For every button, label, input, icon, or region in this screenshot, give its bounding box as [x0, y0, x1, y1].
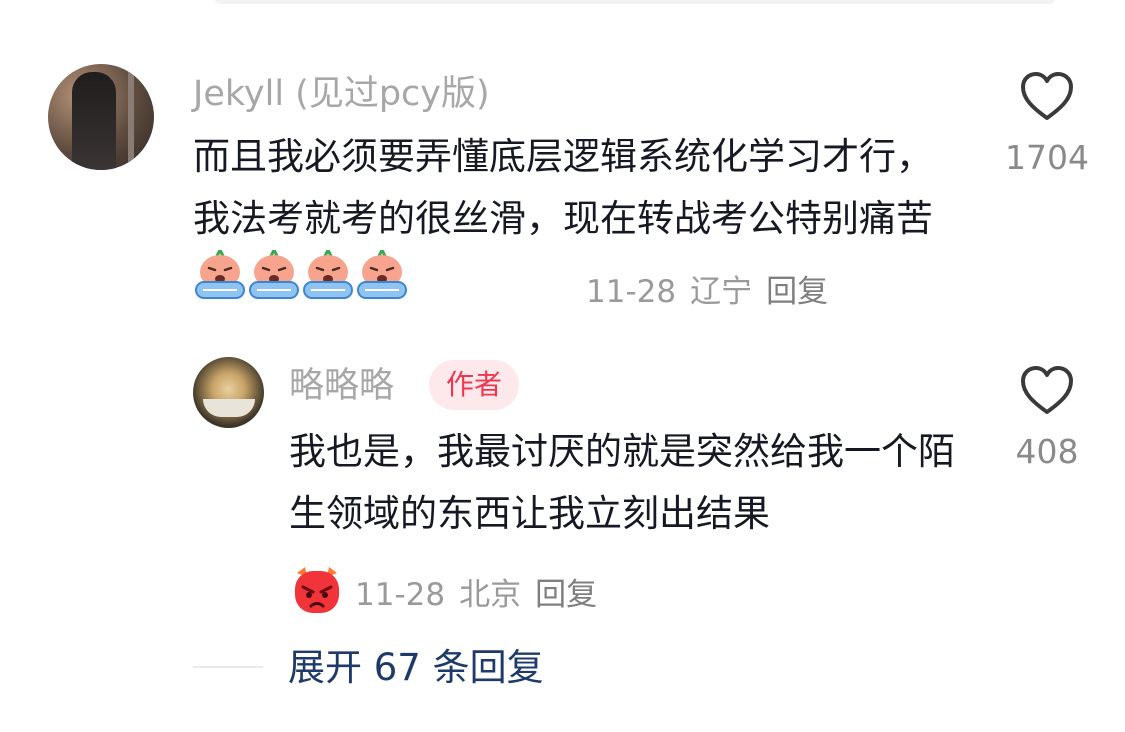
reply-meta: 11-28 北京 回复 [289, 565, 597, 625]
like-button[interactable] [1019, 70, 1075, 122]
crying-emoji-icon [247, 246, 301, 319]
author-badge: 作者 [429, 360, 520, 410]
reply-avatar[interactable] [193, 357, 264, 428]
comment-username[interactable]: Jekyll (见过pcy版) [193, 74, 490, 114]
heart-icon [1021, 72, 1073, 120]
crying-emoji-icon [355, 246, 409, 319]
crying-emoji-icon [301, 246, 355, 319]
comment-reply-button[interactable]: 回复 [766, 272, 828, 312]
reply-date: 11-28 [355, 577, 446, 613]
avatar[interactable] [48, 64, 154, 170]
crying-emoji-icon [193, 246, 247, 319]
heart-icon [1021, 366, 1073, 414]
reply-location: 北京 [459, 577, 522, 613]
comment-emojis [193, 246, 409, 304]
angry-emoji-icon [289, 565, 345, 625]
comment-meta: 11-28 辽宁 回复 [586, 272, 828, 312]
comment-text: 而且我必须要弄懂底层逻辑系统化学习才行，我法考就考的很丝滑，现在转战考公特别痛苦 [193, 126, 945, 319]
reply-like-button[interactable] [1019, 364, 1075, 416]
comment-location: 辽宁 [690, 274, 753, 310]
reply-text: 我也是，我最讨厌的就是突然给我一个陌生领域的东西让我立刻出结果 [289, 430, 955, 535]
reply-like-count: 408 [1015, 432, 1079, 471]
comment-text-body: 而且我必须要弄懂底层逻辑系统化学习才行，我法考就考的很丝滑，现在转战考公特别痛苦 [193, 135, 933, 240]
comment-date: 11-28 [586, 274, 677, 310]
reply-reply-button[interactable]: 回复 [535, 575, 597, 615]
expand-replies-button[interactable]: 展开 67 条回复 [288, 645, 544, 691]
like-count: 1704 [1005, 138, 1089, 177]
expand-divider [193, 666, 263, 668]
previous-content-edge [215, 0, 1055, 4]
reply-username[interactable]: 略略略 [289, 366, 394, 406]
